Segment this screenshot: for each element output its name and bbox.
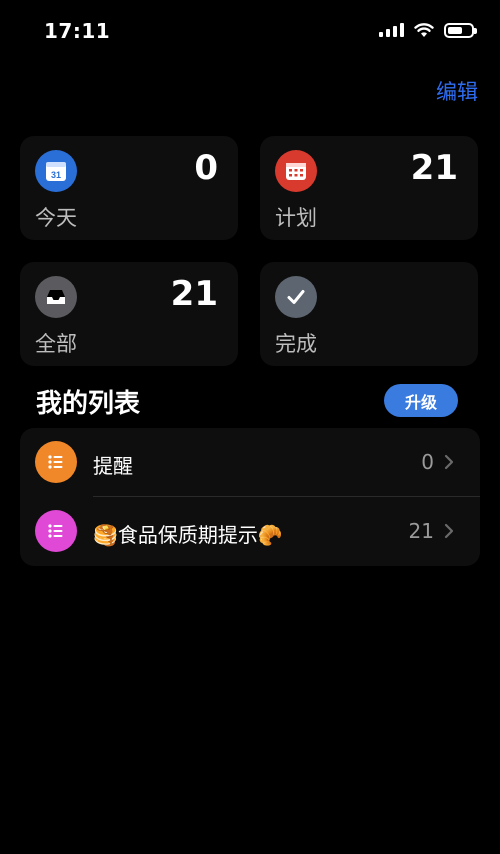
list-item-count: 21 <box>408 519 434 543</box>
calendar-today-icon: 31 <box>35 150 77 192</box>
my-lists-container: 提醒 0 🥞食品保质期提示🥐 21 <box>20 428 480 566</box>
checkmark-icon <box>275 276 317 318</box>
status-icons <box>379 22 477 38</box>
today-label: 今天 <box>35 206 77 230</box>
calendar-grid-icon <box>275 150 317 192</box>
tray-icon <box>35 276 77 318</box>
cellular-signal-icon <box>379 23 404 37</box>
scheduled-count: 21 <box>410 148 458 188</box>
upgrade-button[interactable]: 升级 <box>384 384 458 417</box>
card-today[interactable]: 31 0 今天 <box>20 136 238 240</box>
my-lists-title: 我的列表 <box>36 389 141 419</box>
chevron-right-icon <box>444 454 454 470</box>
list-item-food-expiry[interactable]: 🥞食品保质期提示🥐 21 <box>20 497 480 566</box>
status-time: 17:11 <box>44 19 111 43</box>
edit-button[interactable]: 编辑 <box>436 76 478 106</box>
completed-label: 完成 <box>275 332 317 356</box>
list-item-name: 提醒 <box>93 454 133 478</box>
scheduled-label: 计划 <box>275 206 317 230</box>
card-completed[interactable]: 完成 <box>260 262 478 366</box>
battery-icon <box>444 22 477 38</box>
card-all[interactable]: 21 全部 <box>20 262 238 366</box>
list-bullet-icon <box>35 510 77 552</box>
card-scheduled[interactable]: 21 计划 <box>260 136 478 240</box>
chevron-right-icon <box>444 523 454 539</box>
list-item-reminders[interactable]: 提醒 0 <box>20 428 480 497</box>
wifi-icon <box>414 23 434 37</box>
list-bullet-icon <box>35 441 77 483</box>
list-item-name: 🥞食品保质期提示🥐 <box>93 523 283 547</box>
all-label: 全部 <box>35 332 77 356</box>
today-count: 0 <box>194 148 218 188</box>
all-count: 21 <box>170 274 218 314</box>
status-bar: 17:11 <box>0 0 500 64</box>
list-item-count: 0 <box>421 450 434 474</box>
calendar-day-number: 31 <box>51 170 61 180</box>
